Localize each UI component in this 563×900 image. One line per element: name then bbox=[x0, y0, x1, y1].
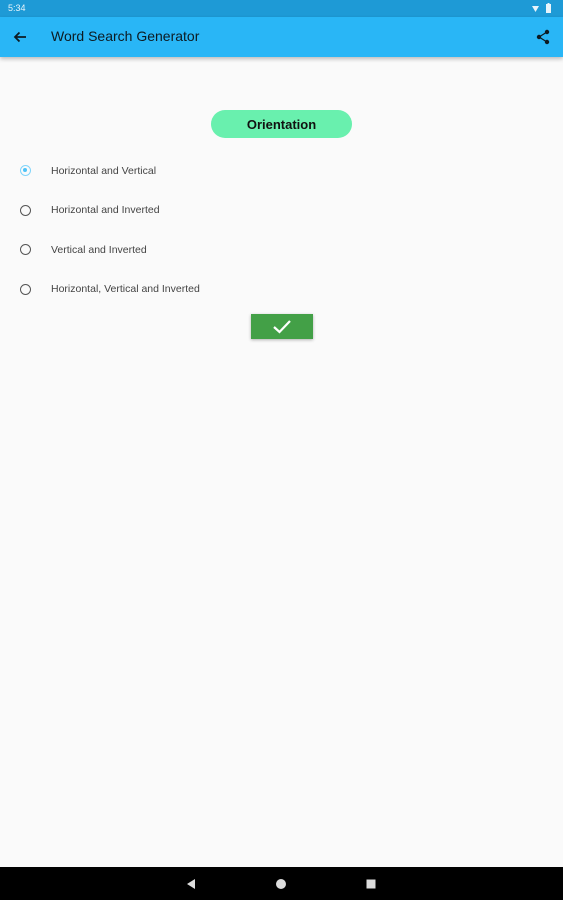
app-bar: Word Search Generator bbox=[0, 17, 563, 57]
confirm-button[interactable] bbox=[251, 314, 313, 339]
radio-unselected-icon[interactable] bbox=[20, 204, 31, 216]
status-bar: 5:34 bbox=[0, 0, 563, 17]
radio-option-all[interactable]: Horizontal, Vertical and Inverted bbox=[0, 270, 563, 310]
app-title: Word Search Generator bbox=[51, 28, 200, 44]
home-circle-icon bbox=[276, 879, 286, 889]
radio-label: Vertical and Inverted bbox=[51, 243, 147, 256]
radio-unselected-icon[interactable] bbox=[20, 244, 31, 256]
radio-label: Horizontal and Inverted bbox=[51, 204, 160, 217]
radio-unselected-icon[interactable] bbox=[20, 283, 31, 295]
back-triangle-icon bbox=[187, 879, 195, 889]
radio-label: Horizontal and Vertical bbox=[51, 164, 157, 177]
radio-option-vertical-inverted[interactable]: Vertical and Inverted bbox=[0, 230, 563, 270]
share-button[interactable] bbox=[531, 25, 555, 49]
arrow-back-icon bbox=[13, 31, 26, 43]
battery-icon bbox=[546, 4, 551, 13]
orientation-header: Orientation bbox=[211, 110, 352, 138]
status-icons bbox=[531, 3, 555, 14]
screen: 5:34 Word Search Generator Orientation H… bbox=[0, 0, 563, 900]
share-icon bbox=[536, 29, 550, 45]
wifi-icon bbox=[532, 3, 551, 13]
radio-selected-icon[interactable] bbox=[20, 165, 31, 177]
back-button[interactable] bbox=[8, 25, 32, 49]
radio-option-horizontal-inverted[interactable]: Horizontal and Inverted bbox=[0, 191, 563, 231]
checkmark-icon bbox=[273, 319, 291, 334]
recents-square-icon bbox=[366, 879, 376, 889]
status-time: 5:34 bbox=[8, 3, 26, 13]
nav-home-button[interactable] bbox=[272, 875, 290, 893]
orientation-radio-group: Horizontal and Vertical Horizontal and I… bbox=[0, 151, 563, 309]
radio-label: Horizontal, Vertical and Inverted bbox=[51, 283, 200, 296]
radio-option-horizontal-vertical[interactable]: Horizontal and Vertical bbox=[0, 151, 563, 191]
system-nav-bar bbox=[0, 867, 563, 900]
nav-back-button[interactable] bbox=[182, 875, 200, 893]
nav-recents-button[interactable] bbox=[362, 875, 380, 893]
